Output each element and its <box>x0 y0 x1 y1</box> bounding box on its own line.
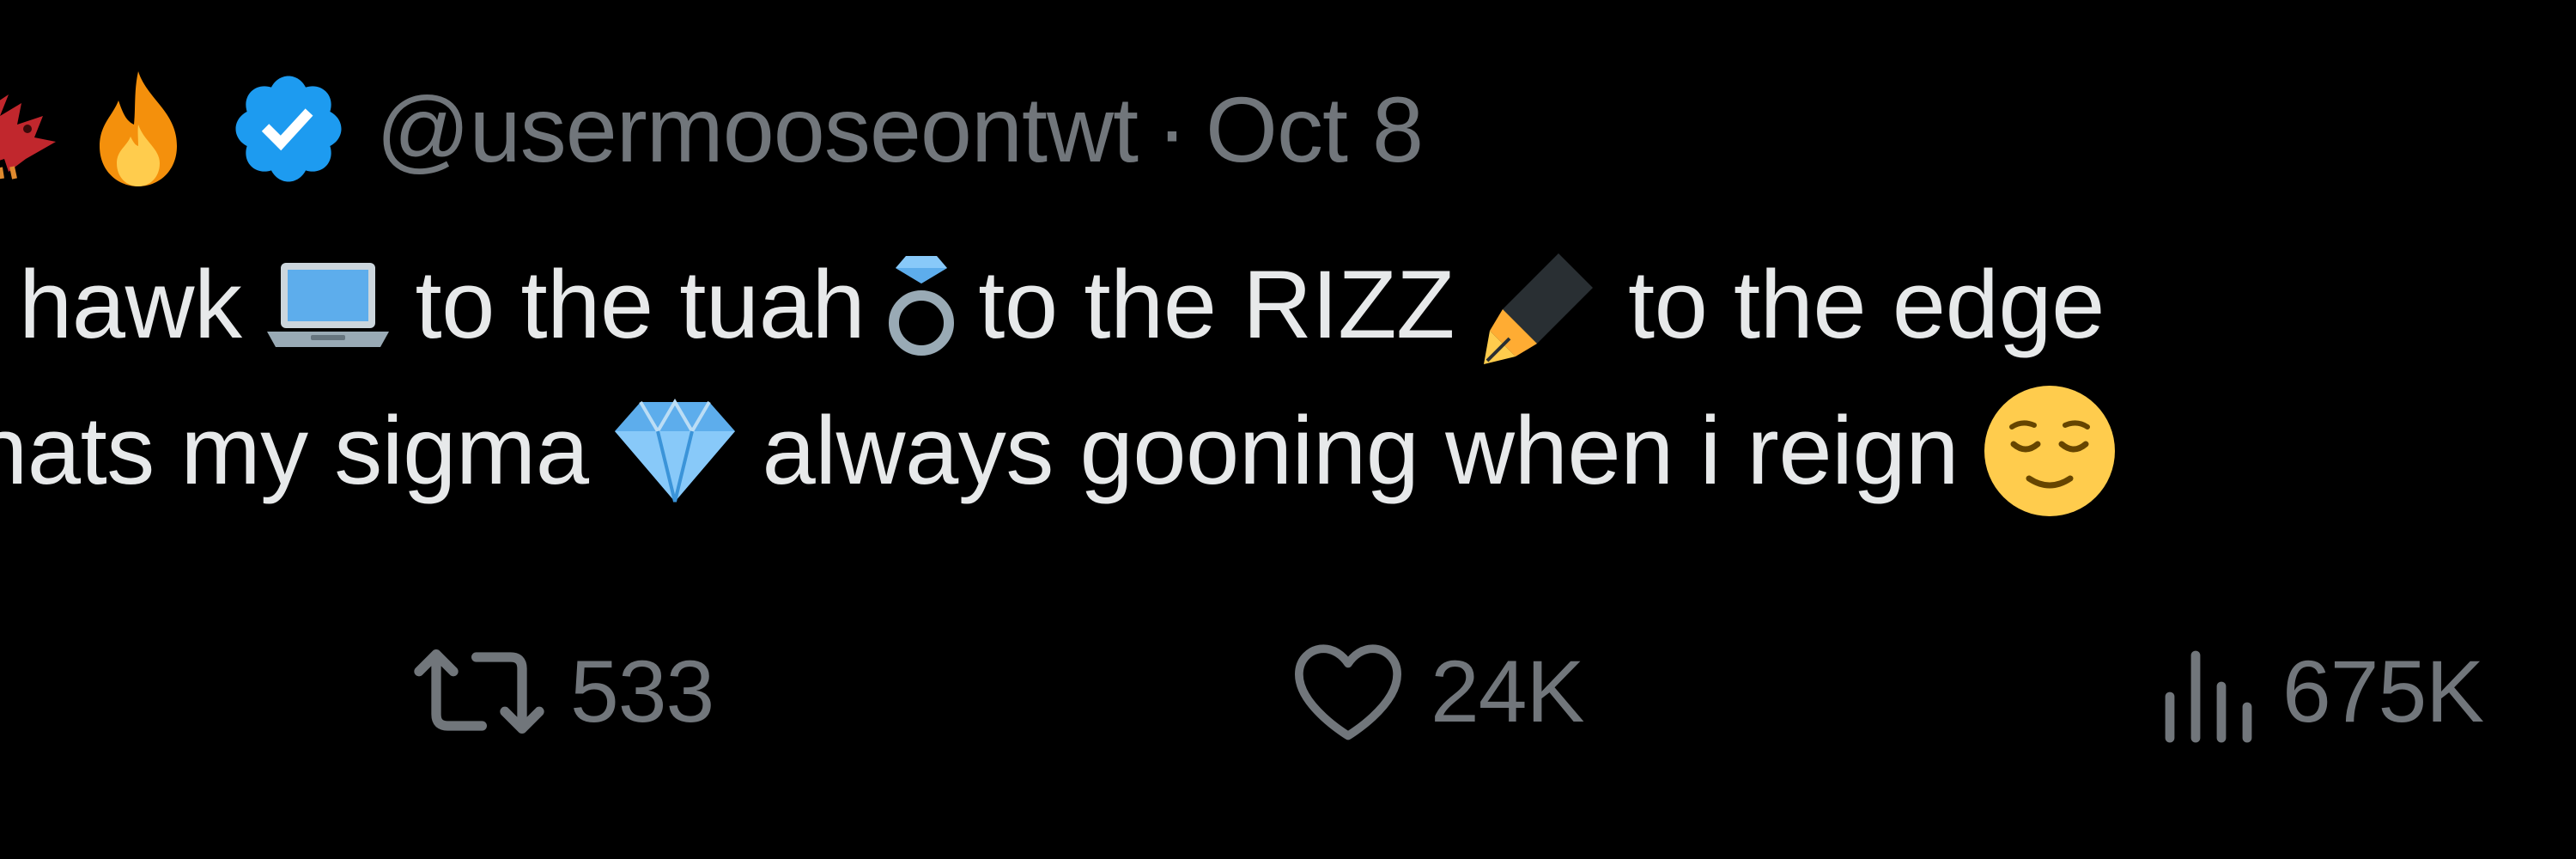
verified-badge-icon <box>227 67 350 191</box>
tweet-text: hawk to the tuah to the RIZZ to the edge… <box>0 232 2576 524</box>
text-segment: to the RIZZ <box>978 251 1455 358</box>
action-bar: 533 24K 675K <box>0 627 2576 756</box>
fountain-pen-emoji-icon <box>1477 241 1606 369</box>
separator-dot: · <box>1157 76 1188 181</box>
tweet-text-line: hats my sigma always gooning when i reig… <box>0 378 2576 524</box>
text-segment: hawk <box>19 251 242 358</box>
ring-emoji-icon <box>887 249 956 361</box>
user-handle[interactable]: @usermooseontwt <box>376 76 1139 183</box>
like-count: 24K <box>1431 642 1584 740</box>
tweet: @usermooseontwt · Oct 8 hawk to the tuah <box>0 0 2576 859</box>
views-button[interactable]: 675K <box>2157 627 2484 756</box>
views-chart-icon <box>2157 640 2260 743</box>
retweet-icon <box>410 640 548 743</box>
text-segment: to the edge <box>1627 251 2105 358</box>
retweet-button[interactable]: 533 <box>410 627 714 756</box>
laptop-emoji-icon <box>264 258 392 352</box>
gem-stone-emoji-icon <box>611 395 739 507</box>
tweet-header: @usermooseontwt · Oct 8 <box>0 60 1424 198</box>
bird-emoji-icon <box>0 77 69 180</box>
text-segment: always gooning when i reign <box>762 397 1959 504</box>
retweet-count: 533 <box>570 642 714 740</box>
tweet-text-line: hawk to the tuah to the RIZZ to the edge <box>19 232 2576 378</box>
fire-emoji-icon <box>74 64 203 193</box>
heart-icon <box>1288 640 1408 743</box>
views-count: 675K <box>2282 642 2484 740</box>
text-segment: hats my sigma <box>0 397 589 504</box>
text-segment: to the tuah <box>415 251 866 358</box>
like-button[interactable]: 24K <box>1288 627 1584 756</box>
timestamp[interactable]: Oct 8 <box>1206 76 1424 183</box>
relieved-face-emoji-icon <box>1981 382 2118 520</box>
